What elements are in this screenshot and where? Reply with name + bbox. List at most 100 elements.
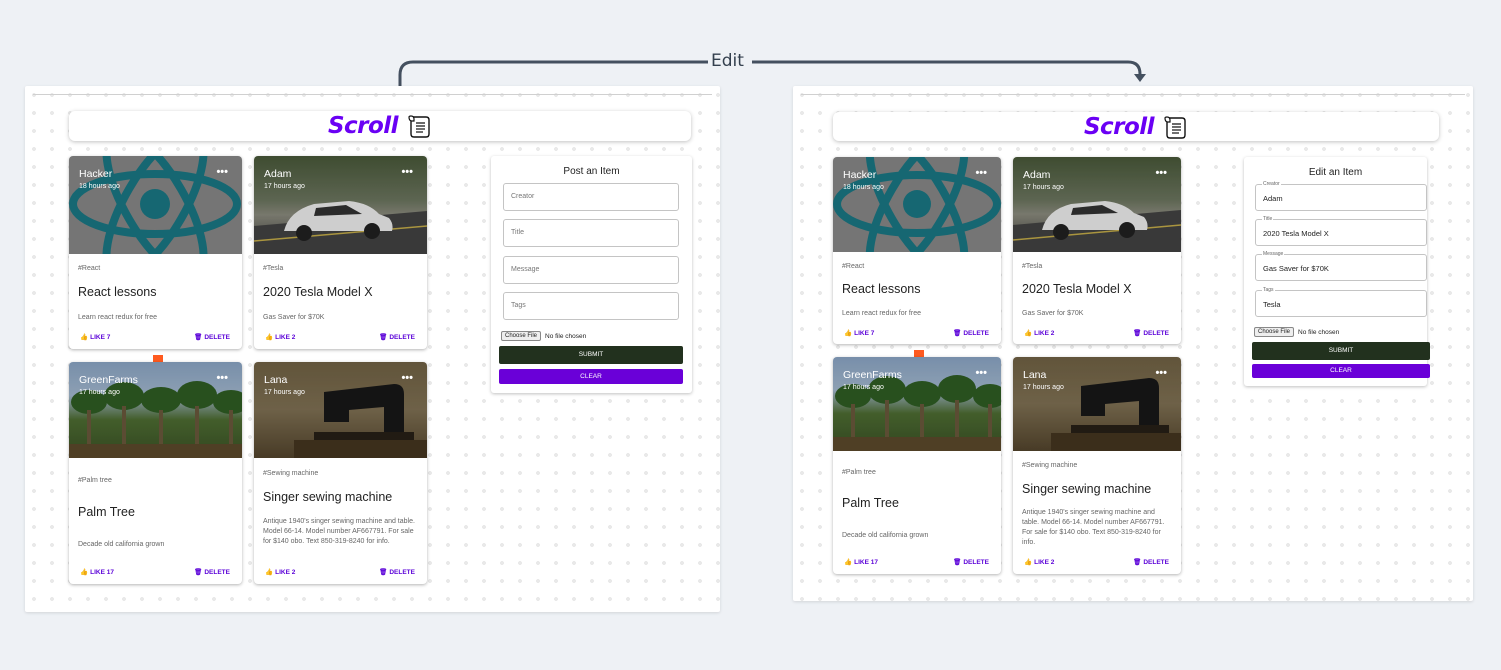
card-title: React lessons: [78, 285, 157, 299]
thumb-up-icon: 👍: [844, 559, 853, 566]
card-image-react-logo: Hacker 18 hours ago •••: [69, 156, 242, 254]
title-field[interactable]: Title 2020 Tesla Model X: [1255, 216, 1427, 246]
scroll-icon: [408, 115, 430, 138]
like-button[interactable]: 👍 LIKE 2: [1024, 558, 1054, 567]
delete-button[interactable]: 🗑 DELETE: [194, 333, 230, 342]
delete-button[interactable]: 🗑 DELETE: [379, 333, 415, 342]
more-options-icon[interactable]: •••: [1155, 367, 1167, 379]
card-time: 17 hours ago: [1023, 384, 1064, 391]
post-card: GreenFarms 17 hours ago ••• #Palm tree P…: [69, 362, 242, 584]
submit-button[interactable]: SUBMIT: [499, 346, 683, 364]
card-image-tesla-car: Adam 17 hours ago •••: [1013, 157, 1181, 252]
card-title: 2020 Tesla Model X: [1022, 282, 1132, 296]
card-message: Gas Saver for $70K: [1022, 310, 1084, 317]
card-message: Decade old california grown: [842, 532, 929, 539]
file-status: No file chosen: [1298, 328, 1340, 336]
app-bar: Scroll: [833, 112, 1439, 141]
more-options-icon[interactable]: •••: [975, 167, 987, 179]
card-creator: Lana: [1023, 369, 1047, 381]
delete-button[interactable]: 🗑 DELETE: [1133, 558, 1169, 567]
more-options-icon[interactable]: •••: [216, 372, 228, 384]
post-card: Hacker 18 hours ago ••• #React React les…: [833, 157, 1001, 344]
trash-icon: 🗑: [379, 569, 388, 576]
card-time: 17 hours ago: [1023, 184, 1064, 191]
card-title: 2020 Tesla Model X: [263, 285, 373, 299]
trash-icon: 🗑: [953, 330, 962, 337]
card-message: Antique 1940's singer sewing machine and…: [263, 518, 415, 545]
thumb-up-icon: 👍: [1024, 559, 1033, 566]
message-field[interactable]: Message: [503, 256, 679, 284]
like-button[interactable]: 👍 LIKE 7: [80, 333, 110, 342]
post-card: Adam 17 hours ago ••• #Tesla 2020 Tesla …: [1013, 157, 1181, 344]
submit-button[interactable]: SUBMIT: [1252, 342, 1430, 360]
card-image-palm-trees: GreenFarms 17 hours ago •••: [69, 362, 242, 458]
like-button[interactable]: 👍 LIKE 2: [265, 568, 295, 577]
post-card: Hacker 18 hours ago ••• #React React les…: [69, 156, 242, 349]
delete-button[interactable]: 🗑 DELETE: [194, 568, 230, 577]
choose-file-button[interactable]: Choose File: [501, 331, 542, 341]
message-field[interactable]: Message Gas Saver for $70K: [1255, 251, 1427, 281]
card-creator: Adam: [1023, 169, 1051, 181]
card-message: Antique 1940's singer sewing machine and…: [1022, 509, 1165, 546]
post-card: Adam 17 hours ago ••• #Tesla 2020 Tesla …: [254, 156, 427, 349]
more-options-icon[interactable]: •••: [975, 367, 987, 379]
more-options-icon[interactable]: •••: [401, 372, 413, 384]
thumb-up-icon: 👍: [1024, 330, 1033, 337]
file-status: No file chosen: [545, 332, 587, 340]
card-message: Learn react redux for free: [78, 314, 157, 321]
card-title: Singer sewing machine: [263, 490, 393, 504]
like-button[interactable]: 👍 LIKE 7: [844, 329, 874, 338]
delete-button[interactable]: 🗑 DELETE: [953, 558, 989, 567]
like-button[interactable]: 👍 LIKE 17: [80, 568, 114, 577]
like-button[interactable]: 👍 LIKE 2: [1024, 329, 1054, 338]
file-input[interactable]: Choose File No file chosen: [501, 331, 586, 341]
post-card: GreenFarms 17 hours ago ••• #Palm tree P…: [833, 357, 1001, 574]
card-time: 17 hours ago: [264, 183, 305, 190]
top-divider: [801, 94, 1465, 95]
post-card: Lana 17 hours ago ••• #Sewing machine Si…: [1013, 357, 1181, 574]
file-input[interactable]: Choose File No file chosen: [1254, 327, 1339, 337]
like-button[interactable]: 👍 LIKE 2: [265, 333, 295, 342]
card-time: 17 hours ago: [843, 384, 884, 391]
card-message: Gas Saver for $70K: [263, 314, 325, 321]
card-creator: GreenFarms: [79, 374, 138, 386]
more-options-icon[interactable]: •••: [401, 166, 413, 178]
card-creator: Lana: [264, 374, 288, 386]
card-image-tesla-car: Adam 17 hours ago •••: [254, 156, 427, 254]
like-button[interactable]: 👍 LIKE 17: [844, 558, 878, 567]
clear-button[interactable]: CLEAR: [499, 369, 683, 384]
trash-icon: 🗑: [379, 334, 388, 341]
title-field[interactable]: Title: [503, 219, 679, 247]
delete-button[interactable]: 🗑 DELETE: [379, 568, 415, 577]
card-tag: #Palm tree: [78, 477, 112, 484]
edit-label: Edit: [711, 51, 744, 71]
delete-button[interactable]: 🗑 DELETE: [953, 329, 989, 338]
choose-file-button[interactable]: Choose File: [1254, 327, 1295, 337]
clear-button[interactable]: CLEAR: [1252, 364, 1430, 378]
card-image-sewing-machine: Lana 17 hours ago •••: [1013, 357, 1181, 451]
card-tag: #React: [78, 265, 101, 272]
tags-field[interactable]: Tags Tesla: [1255, 287, 1427, 317]
post-item-form: Post an Item Creator Title Message Tags …: [491, 156, 692, 393]
card-creator: Adam: [264, 168, 292, 180]
card-tag: #Sewing machine: [1022, 462, 1078, 469]
card-tag: #React: [842, 263, 865, 270]
creator-field[interactable]: Creator: [503, 183, 679, 211]
tags-field[interactable]: Tags: [503, 292, 679, 320]
delete-button[interactable]: 🗑 DELETE: [1133, 329, 1169, 338]
thumb-up-icon: 👍: [80, 334, 89, 341]
more-options-icon[interactable]: •••: [216, 166, 228, 178]
logo-text[interactable]: Scroll: [1084, 114, 1155, 140]
thumb-up-icon: 👍: [265, 569, 274, 576]
creator-field[interactable]: Creator Adam: [1255, 181, 1427, 211]
card-message: Decade old california grown: [78, 541, 165, 548]
card-title: Singer sewing machine: [1022, 482, 1152, 496]
card-title: Palm Tree: [78, 505, 135, 519]
more-options-icon[interactable]: •••: [1155, 167, 1167, 179]
card-tag: #Sewing machine: [263, 470, 319, 477]
logo-text[interactable]: Scroll: [328, 113, 399, 139]
card-image-react-logo: Hacker 18 hours ago •••: [833, 157, 1001, 252]
trash-icon: 🗑: [1133, 559, 1142, 566]
trash-icon: 🗑: [194, 569, 203, 576]
edit-item-form: Edit an Item Creator Adam Title 2020 Tes…: [1244, 157, 1430, 386]
